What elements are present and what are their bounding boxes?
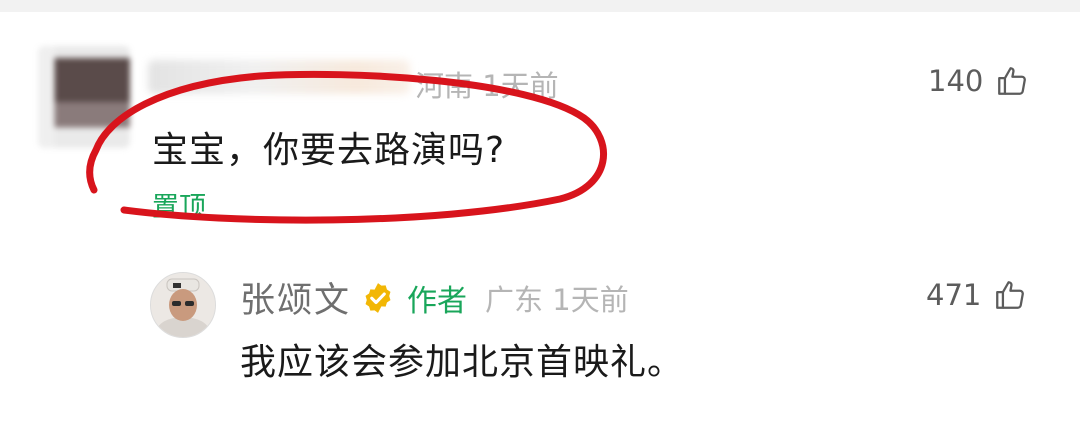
comment-text: 宝宝，你要去路演吗? [152, 130, 506, 171]
thumbs-up-icon[interactable] [995, 64, 1029, 98]
reply-header: 张颂文 作者 广东 1天前 [240, 272, 629, 323]
comment-like-count: 140 [928, 64, 984, 98]
comment-meta: 河南 1天前 [415, 63, 559, 105]
commenter-avatar-blurred[interactable] [38, 46, 130, 148]
reply-meta: 广东 1天前 [485, 277, 629, 319]
thumbs-up-icon[interactable] [993, 278, 1027, 312]
pinned-badge: 置顶 [152, 192, 206, 223]
comment-location: 河南 [415, 69, 474, 103]
author-avatar-illustration [151, 273, 215, 337]
author-name[interactable]: 张颂文 [240, 272, 351, 323]
reply-text: 我应该会参加北京首映礼。 [240, 342, 685, 383]
reply-like-count: 471 [926, 278, 982, 312]
comment-time: 1天前 [482, 69, 559, 103]
author-tag: 作者 [407, 283, 468, 319]
commenter-name-blurred [148, 60, 410, 94]
verified-badge-icon [365, 282, 391, 313]
author-avatar[interactable] [150, 272, 216, 338]
reply-like-button[interactable]: 471 [926, 278, 1027, 312]
top-divider-bar [0, 0, 1080, 12]
reply-location: 广东 [485, 282, 544, 317]
comment-like-button[interactable]: 140 [928, 64, 1029, 98]
reply-time: 1天前 [552, 282, 629, 317]
